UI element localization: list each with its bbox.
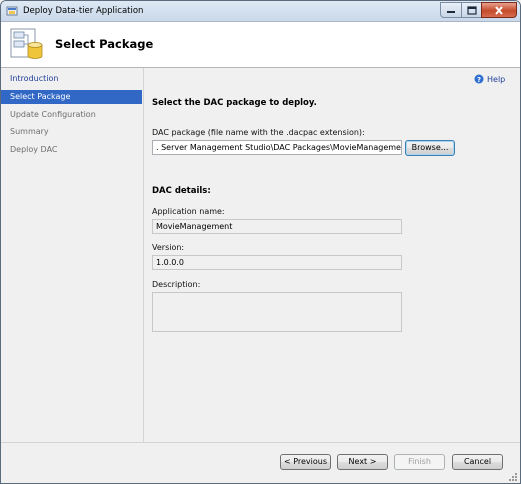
database-package-icon — [10, 28, 43, 59]
sidebar-item-select-package[interactable]: Select Package — [1, 90, 142, 104]
svg-text:?: ? — [477, 76, 481, 84]
app-icon — [6, 6, 18, 16]
instruction-heading: Select the DAC package to deploy. — [152, 98, 317, 108]
window-title: Deploy Data-tier Application — [23, 6, 144, 16]
dac-package-label: DAC package (file name with the .dacpac … — [152, 128, 365, 137]
help-icon: ? — [474, 74, 484, 84]
description-field — [152, 292, 402, 332]
help-link[interactable]: ? Help — [474, 73, 505, 85]
sidebar-item-summary: Summary — [10, 127, 49, 136]
dac-package-path-input[interactable]: . Server Management Studio\DAC Packages\… — [152, 140, 402, 155]
sidebar-item-introduction[interactable]: Introduction — [1, 72, 142, 86]
title-bar[interactable]: Deploy Data-tier Application — [1, 1, 520, 22]
description-label: Description: — [152, 280, 201, 289]
dialog-window: Deploy Data-tier Application Select Pack… — [0, 0, 521, 484]
maximize-icon — [466, 5, 477, 15]
close-icon — [495, 5, 503, 15]
sidebar-item-deploy-dac: Deploy DAC — [10, 145, 58, 154]
sidebar-item-update-configuration: Update Configuration — [10, 110, 96, 119]
help-label: Help — [487, 74, 506, 84]
page-header: Select Package — [1, 22, 520, 68]
minimize-button[interactable] — [440, 2, 462, 18]
dac-details-heading: DAC details: — [152, 186, 211, 196]
application-name-label: Application name: — [152, 207, 225, 216]
application-name-field: MovieManagement — [152, 219, 402, 234]
page-title: Select Package — [55, 37, 154, 51]
close-button[interactable] — [481, 2, 517, 18]
previous-button[interactable]: < Previous — [280, 454, 331, 470]
next-button[interactable]: Next > — [337, 454, 388, 470]
version-label: Version: — [152, 243, 185, 252]
finish-button: Finish — [394, 454, 445, 470]
maximize-button[interactable] — [461, 2, 482, 18]
main-content: ? Help Select the DAC package to deploy.… — [144, 68, 520, 442]
wizard-steps-sidebar: Introduction Select Package Update Confi… — [1, 68, 144, 442]
version-field: 1.0.0.0 — [152, 255, 402, 270]
minimize-icon — [447, 11, 455, 13]
wizard-footer: < Previous Next > Finish Cancel — [1, 442, 520, 483]
cancel-button[interactable]: Cancel — [452, 454, 503, 470]
resize-grip-icon[interactable] — [508, 472, 518, 482]
browse-button[interactable]: Browse... — [405, 140, 455, 156]
